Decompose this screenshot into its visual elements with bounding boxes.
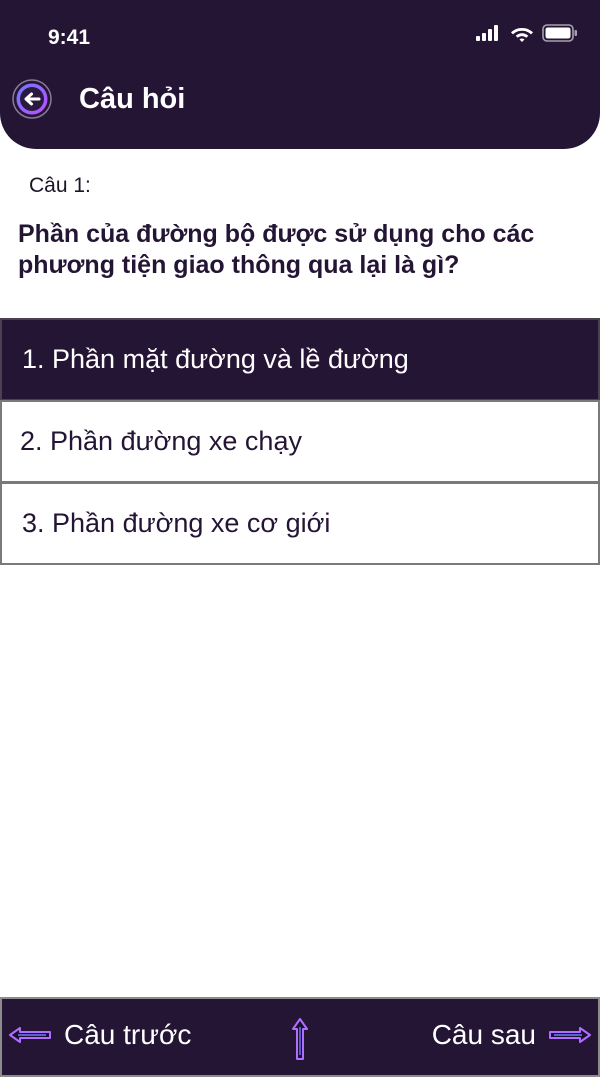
arrow-right-icon — [549, 1027, 591, 1043]
answer-option-2[interactable]: 2. Phần đường xe chạy — [0, 400, 600, 483]
app-header: 9:41 Câu hỏi — [0, 0, 600, 149]
answer-option-3[interactable]: 3. Phần đường xe cơ giới — [0, 482, 600, 565]
next-question-button[interactable]: Câu sau — [432, 1019, 592, 1051]
battery-icon — [542, 24, 577, 42]
arrow-up-icon — [292, 1018, 308, 1060]
question-text: Phần của đường bộ được sử dụng cho các p… — [18, 220, 535, 279]
arrow-left-circle-icon — [12, 79, 52, 119]
back-button[interactable] — [12, 79, 52, 119]
answer-label: 2. Phần đường xe chạy — [20, 426, 302, 456]
question-number: Câu 1: — [29, 174, 91, 197]
answer-label: 1. Phần mặt đường và lề đường — [22, 344, 409, 374]
previous-question-button[interactable]: Câu trước — [8, 1019, 191, 1051]
wifi-icon — [511, 27, 533, 42]
scroll-up-button[interactable] — [292, 1017, 308, 1066]
answer-list: 1. Phần mặt đường và lề đường 2. Phần đư… — [0, 318, 600, 565]
status-time: 9:41 — [48, 26, 91, 49]
cellular-signal-icon — [476, 25, 498, 41]
next-label: Câu sau — [431, 1019, 536, 1050]
status-icons — [476, 24, 578, 42]
previous-label: Câu trước — [64, 1019, 192, 1050]
bottom-nav: Câu trước Câu sau — [0, 997, 600, 1077]
answer-label: 3. Phần đường xe cơ giới — [22, 508, 331, 538]
answer-option-1[interactable]: 1. Phần mặt đường và lề đường — [0, 318, 600, 401]
arrow-left-icon — [9, 1027, 51, 1043]
page-title: Câu hỏi — [79, 83, 186, 115]
